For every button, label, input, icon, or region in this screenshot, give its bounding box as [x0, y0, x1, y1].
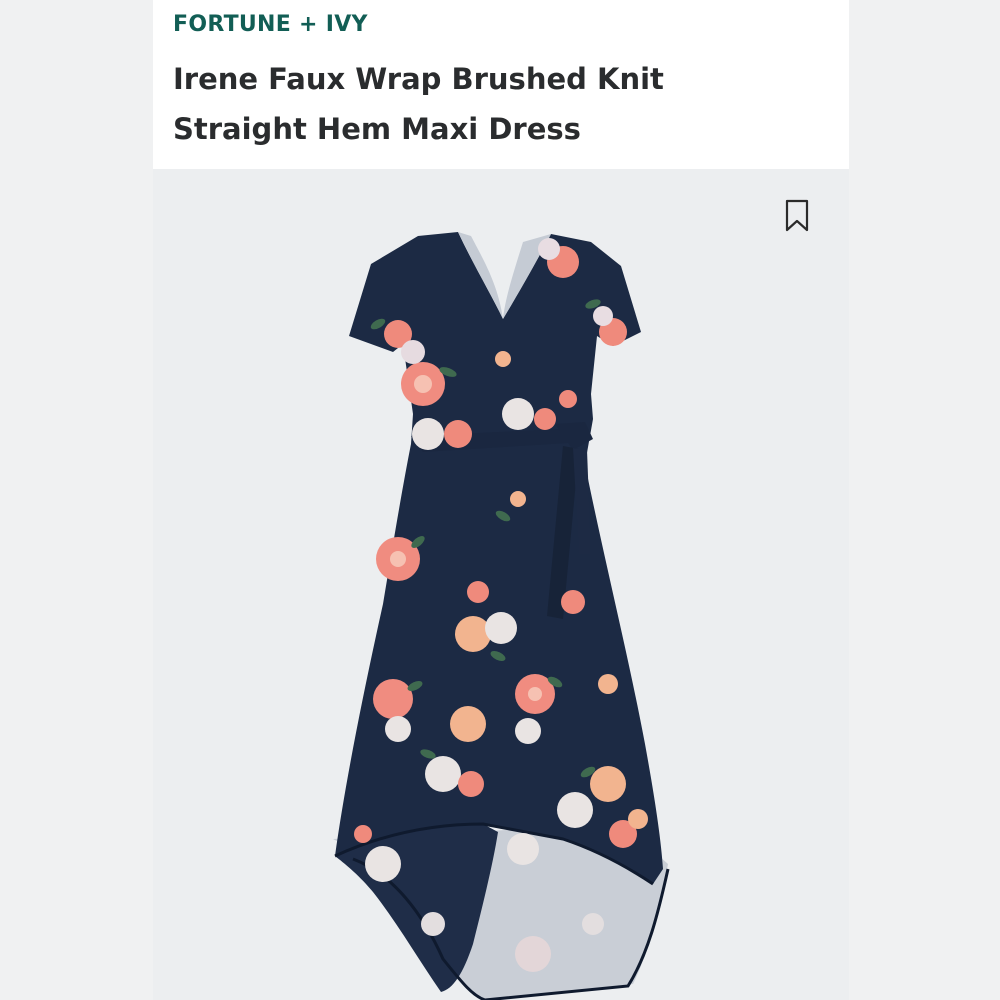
product-image-area	[153, 169, 849, 1000]
product-title: Irene Faux Wrap Brushed Knit Straight He…	[173, 54, 833, 154]
product-card: FORTUNE + IVY Irene Faux Wrap Brushed Kn…	[153, 0, 849, 1000]
bookmark-icon[interactable]	[785, 199, 809, 233]
product-image[interactable]	[323, 224, 683, 1000]
product-title-line-2: Straight Hem Maxi Dress	[173, 112, 581, 146]
brand-name[interactable]: FORTUNE + IVY	[173, 12, 368, 37]
product-title-line-1: Irene Faux Wrap Brushed Knit	[173, 62, 664, 96]
page: FORTUNE + IVY Irene Faux Wrap Brushed Kn…	[0, 0, 1000, 1000]
product-header: FORTUNE + IVY Irene Faux Wrap Brushed Kn…	[153, 0, 849, 169]
